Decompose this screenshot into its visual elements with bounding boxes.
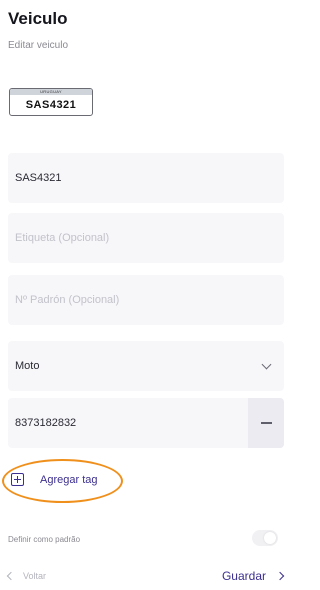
back-label: Voltar (23, 571, 47, 581)
save-label: Guardar (221, 569, 266, 583)
license-plate-preview: URUGUAY SAS4321 (9, 88, 93, 116)
plus-square-icon (11, 473, 24, 486)
padron-input[interactable]: Nº Padrón (Opcional) (8, 275, 284, 325)
default-toggle[interactable] (252, 530, 278, 546)
label-input-placeholder: Etiqueta (Opcional) (15, 232, 110, 244)
default-toggle-label: Definir como padrão (8, 535, 81, 544)
toggle-knob (264, 532, 276, 544)
add-tag-label: Agregar tag (40, 473, 98, 486)
save-button[interactable]: Guardar (221, 569, 285, 583)
plate-input[interactable]: SAS4321 (8, 153, 284, 203)
plate-number: SAS4321 (25, 99, 77, 111)
tag-input[interactable]: 8373182832 (8, 398, 248, 448)
minus-icon (260, 422, 272, 424)
chevron-down-icon (261, 359, 272, 370)
tag-input-value: 8373182832 (15, 417, 77, 429)
vehicle-type-value: Moto (15, 360, 40, 372)
tag-row: 8373182832 (8, 398, 284, 448)
chevron-right-icon (275, 571, 285, 581)
vehicle-type-select[interactable]: Moto (8, 341, 284, 391)
back-button[interactable]: Voltar (6, 571, 47, 581)
remove-tag-button[interactable] (248, 398, 284, 448)
label-input[interactable]: Etiqueta (Opcional) (8, 213, 284, 263)
page-subtitle: Editar veiculo (8, 40, 69, 51)
padron-input-placeholder: Nº Padrón (Opcional) (15, 294, 120, 306)
page-title: Veiculo (8, 9, 68, 28)
add-tag-button[interactable]: Agregar tag (11, 473, 97, 486)
plate-input-value: SAS4321 (15, 172, 62, 184)
chevron-left-icon (6, 571, 16, 581)
